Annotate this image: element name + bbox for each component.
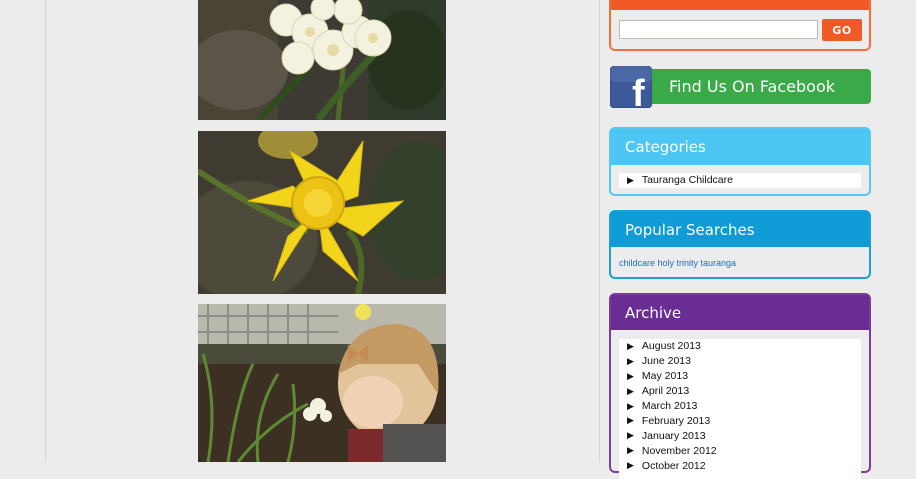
archive-item[interactable]: ▶ October 2012	[619, 458, 861, 473]
archive-item-label: June 2013	[641, 355, 691, 368]
arrow-right-icon: ▶	[627, 340, 634, 351]
archive-item[interactable]: ▶ June 2013	[619, 354, 861, 369]
arrow-right-icon: ▶	[627, 370, 634, 381]
archive-item-label: February 2013	[641, 414, 711, 427]
archive-item-label: August 2013	[641, 340, 701, 353]
popular-searches-widget: Popular Searches childcare holy trinity …	[609, 210, 871, 279]
search-input[interactable]	[619, 20, 818, 39]
categories-widget: Categories ▶ Tauranga Childcare	[609, 127, 871, 196]
category-item-tauranga-childcare[interactable]: ▶ Tauranga Childcare	[619, 173, 861, 188]
archive-item-label: May 2013	[641, 370, 689, 383]
archive-title: Archive	[611, 295, 869, 330]
svg-text:f: f	[632, 73, 645, 108]
arrow-right-icon: ▶	[627, 385, 634, 396]
child-with-flower-photo	[198, 304, 446, 462]
archive-item[interactable]: ▶ November 2012	[619, 443, 861, 458]
arrow-right-icon: ▶	[627, 400, 634, 411]
arrow-right-icon: ▶	[627, 430, 634, 441]
popular-search-link[interactable]: childcare holy trinity tauranga	[619, 258, 736, 268]
facebook-banner-label-bar: Find Us On Facebook	[639, 69, 871, 104]
search-widget: GO	[609, 0, 871, 51]
arrow-right-icon: ▶	[627, 445, 634, 456]
archive-item-label: April 2013	[641, 385, 690, 398]
archive-item-label: March 2013	[641, 400, 698, 412]
arrow-right-icon: ▶	[627, 355, 634, 366]
archive-widget: Archive ▶ August 2013 ▶ June 2013 ▶ May 201…	[609, 293, 871, 479]
facebook-banner-label: Find Us On Facebook	[669, 77, 835, 96]
arrow-right-icon: ▶	[627, 415, 634, 426]
archive-item[interactable]: ▶ February 2013	[619, 413, 861, 428]
search-widget-header-bar	[611, 0, 869, 10]
categories-list: ▶ Tauranga Childcare	[619, 173, 861, 188]
archive-item-label: January 2013	[641, 429, 706, 442]
archive-item[interactable]: ▶ April 2013	[619, 384, 861, 399]
facebook-icon: f	[610, 66, 652, 108]
popular-searches-title: Popular Searches	[611, 212, 869, 247]
archive-item[interactable]: ▶ March 2013	[619, 399, 861, 414]
search-go-button[interactable]: GO	[822, 19, 862, 41]
arrow-right-icon: ▶	[627, 174, 634, 185]
find-us-on-facebook-banner[interactable]: Find Us On Facebook f	[609, 65, 871, 108]
yellow-daffodil-photo	[198, 131, 446, 294]
archive-list: ▶ August 2013 ▶ June 2013 ▶ May 2013 ▶ April…	[619, 339, 861, 479]
archive-item[interactable]: ▶ May 2013	[619, 369, 861, 384]
category-item-label: Tauranga Childcare	[641, 174, 733, 187]
categories-title: Categories	[611, 129, 869, 165]
archive-item[interactable]: ▶ August 2013	[619, 339, 861, 354]
archive-item[interactable]: ▶ January 2013	[619, 428, 861, 443]
archive-item-label: November 2012	[641, 444, 717, 457]
white-narcissus-photo	[198, 0, 446, 120]
archive-item-label: October 2012	[641, 459, 706, 472]
